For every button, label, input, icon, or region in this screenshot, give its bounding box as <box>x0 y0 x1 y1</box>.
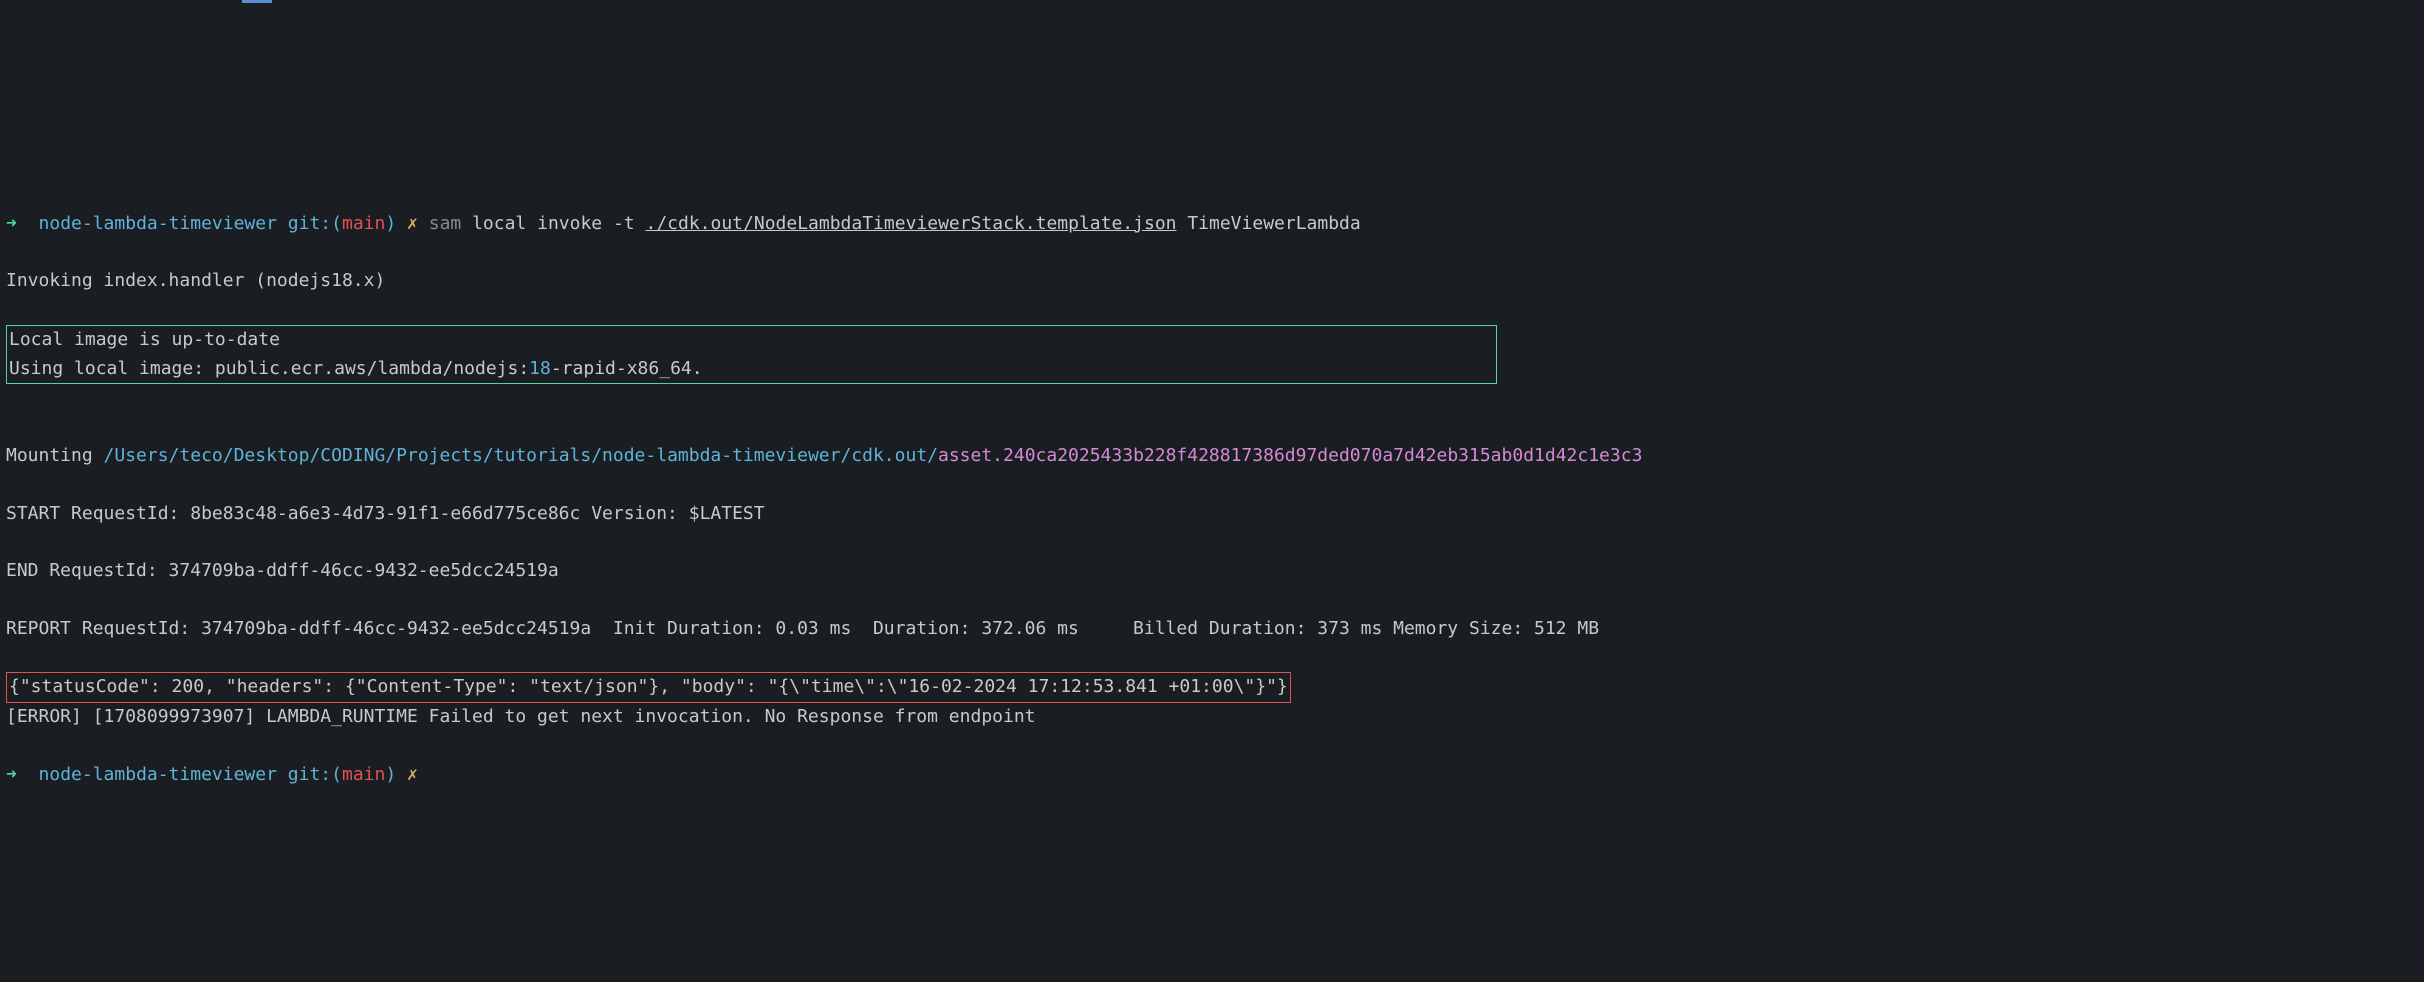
terminal-output[interactable]: ➜ node-lambda-timeviewer git:(main) ✗ sa… <box>4 181 2420 819</box>
blank-line-1 <box>6 384 2420 413</box>
mounting-line: Mounting /Users/teco/Desktop/CODING/Proj… <box>6 442 2420 471</box>
using-image-line: Using local image: public.ecr.aws/lambda… <box>9 355 1494 384</box>
branch-name-2: main <box>342 764 385 785</box>
branch-name: main <box>342 213 385 234</box>
prompt-line-2: ➜ node-lambda-timeviewer git:(main) ✗ <box>6 761 2420 790</box>
tab-indicator <box>242 0 272 3</box>
prompt-arrow: ➜ <box>6 213 17 234</box>
mount-path: /Users/teco/Desktop/CODING/Projects/tuto… <box>104 445 938 466</box>
template-path: ./cdk.out/NodeLambdaTimeviewerStack.temp… <box>645 213 1176 234</box>
image-info-box: Local image is up-to-date Using local ima… <box>6 325 1497 385</box>
start-request-line: START RequestId: 8be83c48-a6e3-4d73-91f1… <box>6 500 2420 529</box>
paren-open: ( <box>331 213 342 234</box>
nodejs-version: 18 <box>529 358 551 379</box>
paren-close: ) <box>385 213 396 234</box>
response-json: {"statusCode": 200, "headers": {"Content… <box>9 676 1288 697</box>
project-name-2: node-lambda-timeviewer <box>39 764 277 785</box>
paren-open-2: ( <box>331 764 342 785</box>
paren-close-2: ) <box>385 764 396 785</box>
lambda-name: TimeViewerLambda <box>1177 213 1361 234</box>
error-line: [ERROR] [1708099973907] LAMBDA_RUNTIME F… <box>6 703 2420 732</box>
git-label: git: <box>288 213 331 234</box>
dirty-mark: ✗ <box>407 213 418 234</box>
response-box: {"statusCode": 200, "headers": {"Content… <box>6 672 1291 703</box>
git-label-2: git: <box>288 764 331 785</box>
image-suffix: -rapid-x86_64. <box>551 358 703 379</box>
mounting-prefix: Mounting <box>6 445 104 466</box>
prompt-line-1: ➜ node-lambda-timeviewer git:(main) ✗ sa… <box>6 210 2420 239</box>
asset-hash: asset.240ca2025433b228f428817386d97ded07… <box>938 445 1642 466</box>
image-uptodate-line: Local image is up-to-date <box>9 326 1494 355</box>
dirty-mark-2: ✗ <box>407 764 418 785</box>
image-prefix: Using local image: public.ecr.aws/lambda… <box>9 358 529 379</box>
end-request-line: END RequestId: 374709ba-ddff-46cc-9432-e… <box>6 557 2420 586</box>
invoking-line: Invoking index.handler (nodejs18.x) <box>6 267 2420 296</box>
command-args-1: local invoke -t <box>461 213 645 234</box>
prompt-arrow-2: ➜ <box>6 764 17 785</box>
report-line: REPORT RequestId: 374709ba-ddff-46cc-943… <box>6 615 2420 644</box>
project-name: node-lambda-timeviewer <box>39 213 277 234</box>
sam-command: sam <box>429 213 462 234</box>
